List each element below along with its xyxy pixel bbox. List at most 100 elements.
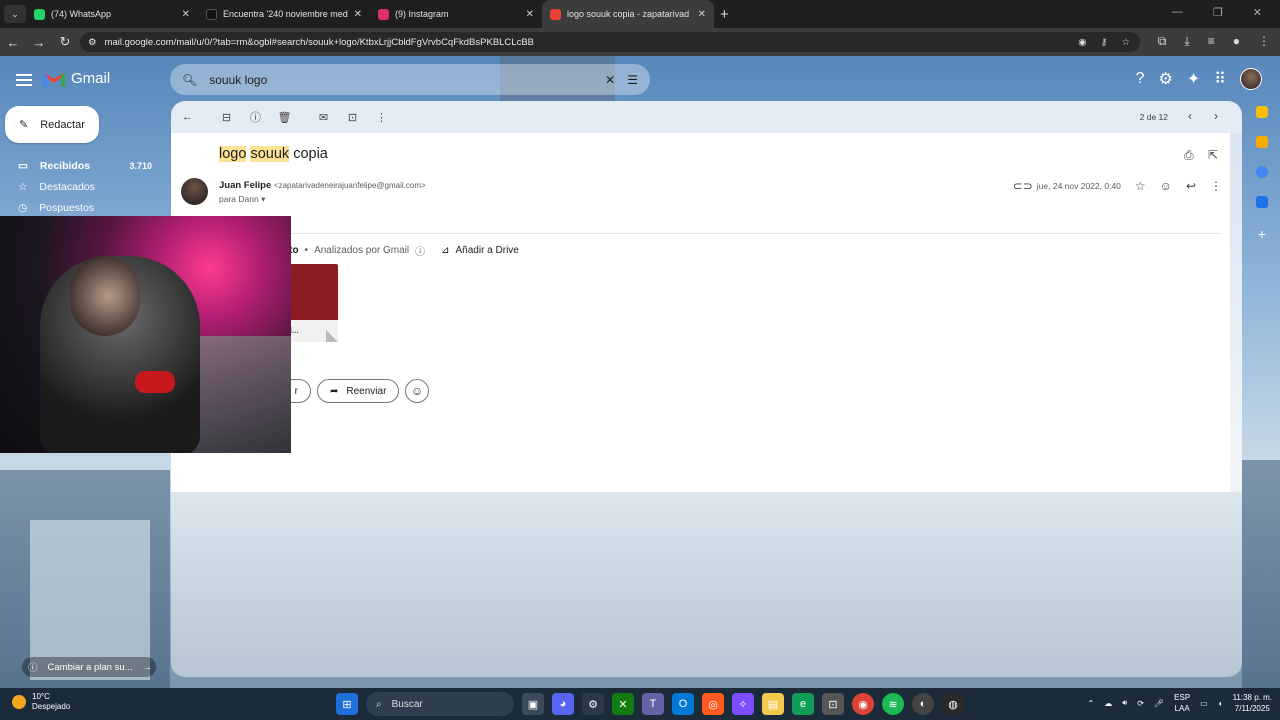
mic-icon[interactable]: 🎤︎ bbox=[1154, 699, 1164, 708]
sidebar-item-starred[interactable]: ☆ Destacados bbox=[0, 176, 160, 197]
xbox-icon[interactable]: ✕ bbox=[612, 693, 634, 715]
close-icon[interactable]: ✕ bbox=[354, 9, 362, 20]
tasks-icon[interactable] bbox=[1256, 166, 1268, 178]
main-menu-icon[interactable] bbox=[16, 71, 32, 89]
file-explorer-icon[interactable]: ▤ bbox=[762, 693, 784, 715]
edge-icon[interactable]: e bbox=[792, 693, 814, 715]
open-new-window-icon[interactable]: ⇱ bbox=[1208, 148, 1218, 162]
sync-icon[interactable]: ⟳ bbox=[1137, 699, 1144, 708]
more-vert-icon[interactable]: ⋮ bbox=[1210, 179, 1222, 193]
onedrive-icon[interactable]: ☁ bbox=[1104, 699, 1112, 708]
minimize-icon[interactable]: — bbox=[1172, 6, 1183, 19]
contacts-icon[interactable] bbox=[1256, 196, 1268, 208]
language-indicator[interactable]: ESP LAA bbox=[1174, 692, 1190, 714]
archive-icon[interactable]: ⊟ bbox=[212, 111, 241, 124]
display-icon[interactable]: ▭ bbox=[1200, 699, 1208, 708]
speaker-icon[interactable]: 🔊︎ bbox=[1122, 698, 1127, 708]
chrome-icon[interactable]: ◉ bbox=[852, 693, 874, 715]
sidebar-item-snoozed[interactable]: ◷ Pospuestos bbox=[0, 197, 160, 218]
calendar-icon[interactable] bbox=[1256, 106, 1268, 118]
search-bar[interactable]: 🔍︎ souuk logo ✕ ☰ bbox=[170, 64, 650, 95]
apps-grid-icon[interactable]: ⠿ bbox=[1214, 69, 1226, 89]
more-icon[interactable]: ⋮ bbox=[1258, 34, 1270, 49]
tray-expand-icon[interactable]: ⌃ bbox=[1088, 699, 1095, 708]
back-icon[interactable]: ← bbox=[0, 35, 26, 50]
app-icon[interactable]: ◍ bbox=[942, 693, 964, 715]
discord-icon[interactable]: ◕ bbox=[552, 693, 574, 715]
photos-icon[interactable]: ◎ bbox=[702, 693, 724, 715]
delete-icon[interactable]: 🗑︎ bbox=[270, 111, 299, 124]
new-tab-icon[interactable]: + bbox=[720, 6, 729, 23]
upgrade-plan-chip[interactable]: ⓘ Cambiar a plan su... → bbox=[22, 657, 156, 677]
forward-icon[interactable]: → bbox=[26, 35, 52, 50]
site-info-icon[interactable]: ⚙ bbox=[88, 37, 97, 48]
sidebar-item-inbox[interactable]: ▭ Recibidos 3.710 bbox=[0, 155, 160, 176]
profile-icon[interactable]: ● bbox=[1233, 34, 1240, 49]
account-avatar[interactable] bbox=[1240, 68, 1262, 90]
weather-widget[interactable]: 10°C Despejado bbox=[12, 692, 70, 712]
steam-icon[interactable]: ⚙ bbox=[582, 693, 604, 715]
sender-avatar[interactable] bbox=[181, 178, 208, 205]
tiktok-icon bbox=[206, 8, 217, 20]
next-icon[interactable]: › bbox=[1214, 109, 1218, 123]
mark-unread-icon[interactable]: ✉ bbox=[309, 111, 338, 124]
gmail-logo[interactable]: Gmail bbox=[43, 70, 110, 87]
recipient-line[interactable]: para Dann ▾ bbox=[219, 194, 265, 205]
tab-whatsapp[interactable]: (74) WhatsApp ✕ bbox=[26, 0, 198, 28]
back-arrow-icon[interactable]: ← bbox=[173, 111, 202, 123]
close-icon[interactable]: ✕ bbox=[698, 9, 706, 20]
outlook-icon[interactable]: O bbox=[672, 693, 694, 715]
tab-instagram[interactable]: (9) Instagram ✕ bbox=[370, 0, 542, 28]
compose-button[interactable]: ✎ Redactar bbox=[5, 106, 99, 143]
taskbar-search[interactable]: ⌕ Buscar bbox=[366, 692, 514, 716]
eye-icon[interactable]: ◉ bbox=[1078, 37, 1086, 48]
clock[interactable]: 11:38 p. m. 7/11/2025 bbox=[1233, 692, 1272, 714]
extensions-icon[interactable]: ⧉ bbox=[1158, 34, 1167, 49]
help-icon[interactable]: ? bbox=[1136, 70, 1145, 88]
windows-start-icon[interactable]: ⊞ bbox=[336, 693, 358, 715]
move-to-icon[interactable]: ⊡ bbox=[338, 111, 367, 124]
more-options-icon[interactable]: ⋮ bbox=[367, 111, 396, 124]
download-icon[interactable]: ⤓ bbox=[1184, 34, 1189, 49]
sender-name[interactable]: Juan Felipe bbox=[219, 180, 271, 191]
teams-icon[interactable]: T bbox=[642, 693, 664, 715]
obs-icon[interactable]: ◐ bbox=[912, 693, 934, 715]
close-icon[interactable]: ✕ bbox=[182, 9, 190, 20]
clear-search-icon[interactable]: ✕ bbox=[605, 73, 615, 87]
key-icon[interactable]: ⚷ bbox=[1101, 37, 1108, 48]
reload-icon[interactable]: ↻ bbox=[52, 34, 78, 50]
close-window-icon[interactable]: ✕ bbox=[1253, 6, 1262, 19]
close-icon[interactable]: ✕ bbox=[526, 9, 534, 20]
sender-email: <zapatarivadeneirajuanfelipe@gmail.com> bbox=[273, 181, 426, 190]
store-icon[interactable]: ⊡ bbox=[822, 693, 844, 715]
search-icon[interactable]: 🔍︎ bbox=[182, 73, 197, 87]
bookmark-star-icon[interactable]: ☆ bbox=[1121, 37, 1130, 48]
search-options-icon[interactable]: ☰ bbox=[627, 73, 638, 87]
report-spam-icon[interactable]: ⓘ bbox=[241, 109, 270, 125]
forward-button[interactable]: ➦ Reenviar bbox=[317, 379, 400, 403]
search-input[interactable]: souuk logo bbox=[209, 73, 593, 87]
task-view-icon[interactable]: ▣ bbox=[522, 693, 544, 715]
restore-icon[interactable]: ❐ bbox=[1213, 6, 1223, 19]
tab-gmail[interactable]: logo souuk copia - zapatarivad ✕ bbox=[542, 0, 714, 28]
tab-tiktok[interactable]: Encuentra '240 noviembre med ✕ bbox=[198, 0, 370, 28]
spotify-icon[interactable]: ≋ bbox=[882, 693, 904, 715]
prev-icon[interactable]: ‹ bbox=[1188, 109, 1192, 123]
add-to-drive-button[interactable]: Añadir a Drive bbox=[456, 245, 519, 256]
reading-list-icon[interactable]: ≡ bbox=[1208, 34, 1215, 49]
copilot-icon[interactable]: ✧ bbox=[732, 693, 754, 715]
info-icon[interactable]: ⓘ bbox=[415, 243, 425, 258]
settings-gear-icon[interactable]: ⚙ bbox=[1159, 69, 1173, 89]
emoji-react-icon[interactable]: ☺ bbox=[1160, 179, 1172, 193]
star-icon[interactable]: ☆ bbox=[1135, 179, 1146, 193]
volume-icon[interactable]: ◖ bbox=[1218, 699, 1223, 708]
keep-icon[interactable] bbox=[1256, 136, 1268, 148]
print-icon[interactable]: ⎙ bbox=[1184, 148, 1194, 163]
reply-icon[interactable]: ↩ bbox=[1186, 179, 1196, 193]
address-bar[interactable]: ⚙ mail.google.com/mail/u/0/?tab=rm&ogbl#… bbox=[80, 32, 1140, 52]
gemini-sparkle-icon[interactable]: ✦ bbox=[1187, 69, 1200, 89]
tab-search-chevron-icon[interactable]: ⌄ bbox=[4, 5, 26, 23]
add-addon-icon[interactable]: + bbox=[1258, 226, 1266, 242]
emoji-reaction-button[interactable]: ☺ bbox=[405, 379, 429, 403]
drive-add-icon[interactable]: ⊿ bbox=[441, 245, 449, 256]
